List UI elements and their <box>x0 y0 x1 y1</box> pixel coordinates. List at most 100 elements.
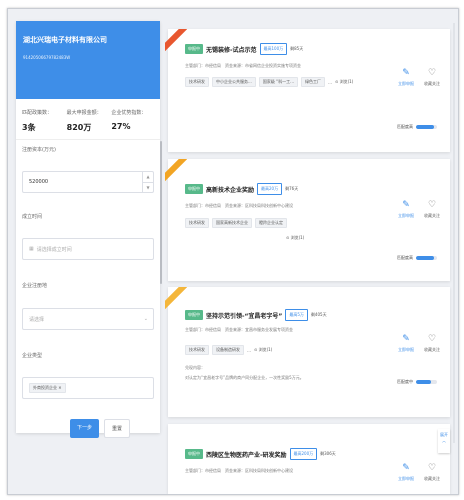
stat-value: 27% <box>111 122 131 131</box>
apply-button[interactable]: ✎ 立即申报 <box>398 464 414 482</box>
tag: 技术研发 <box>185 218 209 228</box>
match-indicator: 匹配度中 <box>397 379 437 385</box>
match-bar <box>416 256 437 260</box>
amount-badge: 最高5万 <box>285 309 308 321</box>
chevron-down-icon: ⌄ <box>143 316 148 322</box>
card-title-row: 申报中 坚持示范引领-“宜昌老字号” 最高5万 剩405天 <box>185 309 327 321</box>
stat-label: 匹配政策数： <box>22 110 53 116</box>
policy-title[interactable]: 高新技术企业奖励 <box>206 185 254 194</box>
founded-label: 成立时间 <box>22 214 43 220</box>
days-left: 剩76天 <box>285 186 299 191</box>
amount-badge: 最高100万 <box>259 43 288 55</box>
founded-date-picker[interactable]: ▦ 请选择成立时间 <box>22 238 154 260</box>
tag: 瞪羚企业认定 <box>255 218 287 228</box>
apply-button[interactable]: ✎ 立即申报 <box>398 201 414 219</box>
chevron-up-icon: ︿ <box>442 438 446 443</box>
capital-stepper[interactable]: 520000 ▲ ▼ <box>22 171 154 193</box>
days-left: 剩85天 <box>290 46 304 51</box>
stat-value: 820万 <box>66 123 92 132</box>
tag-list: 技术研发 国家高新技术企业 瞪羚企业认定 <box>185 218 287 228</box>
policy-meta: 主管部门：市经信局 资金来源：区科技局科技创新中心建设 <box>185 468 293 473</box>
view-count: ⊙ 浏览(1) <box>254 347 273 352</box>
match-indicator: 匹配度高 <box>397 124 437 130</box>
left-scrollbar[interactable] <box>160 141 162 284</box>
stat-advantage: 企业优势指数： 27% <box>111 109 156 133</box>
app-frame: 湖北兴瑞电子材料有限公司 91420506679782483W 匹配政策数： 3… <box>7 8 459 495</box>
view-count: ⊙ 浏览(1) <box>335 79 354 84</box>
amount-badge: 最高200万 <box>289 448 318 460</box>
status-badge: 申报中 <box>185 449 203 459</box>
match-bar <box>416 125 437 129</box>
tag-more: … <box>328 79 332 85</box>
status-badge: 申报中 <box>185 310 203 320</box>
location-label: 企业注册地 <box>22 283 48 289</box>
detail-text: 对认定为“宜昌老字号”品牌的商户同分配企业，一次性奖励5万元。 <box>185 375 304 380</box>
stepper-up-icon[interactable]: ▲ <box>143 172 153 183</box>
favorite-button[interactable]: ♡ 收藏关注 <box>424 201 440 219</box>
expand-button[interactable]: 展开 ︿ <box>438 429 450 453</box>
ribbon-badge <box>165 287 187 309</box>
stat-policy-count: 匹配政策数： 3条 <box>22 109 67 133</box>
status-badge: 申报中 <box>185 184 203 194</box>
next-button[interactable]: 下一步 <box>70 419 100 438</box>
tag: 技术研发 <box>185 345 209 355</box>
stepper-down-icon[interactable]: ▼ <box>143 183 153 193</box>
company-name: 湖北兴瑞电子材料有限公司 <box>23 36 107 44</box>
type-select[interactable]: 外商投资企业 ✕ <box>22 377 154 399</box>
company-header: 湖北兴瑞电子材料有限公司 91420506679782483W <box>16 21 160 99</box>
card-actions: ✎ 立即申报 ♡ 收藏关注 <box>398 464 440 482</box>
form-actions: 下一步 重置 <box>22 419 154 438</box>
amount-badge: 最高20万 <box>257 183 283 195</box>
right-scrollbar[interactable] <box>453 23 455 443</box>
ribbon-badge <box>165 29 187 51</box>
location-select[interactable]: 请选择 ⌄ <box>22 308 154 330</box>
calendar-icon: ▦ <box>29 246 34 252</box>
heart-icon: ♡ <box>427 200 437 210</box>
policy-meta: 主管部门：市经信局 资金来源：区科技局科技创新中心建设 <box>185 203 293 208</box>
favorite-button[interactable]: ♡ 收藏关注 <box>424 69 440 87</box>
tag: 国家级 “科一工... <box>258 77 298 87</box>
card-title-row: 申报中 无锡装修-试点示范 最高100万 剩85天 <box>185 43 303 55</box>
ribbon-badge <box>165 159 187 181</box>
card-actions: ✎ 立即申报 ♡ 收藏关注 <box>398 335 440 353</box>
policy-card: 申报中 无锡装修-试点示范 最高100万 剩85天 主管部门：市经信局 资金来源… <box>165 29 450 152</box>
company-credit-code: 91420506679782483W <box>23 55 71 60</box>
favorite-button[interactable]: ♡ 收藏关注 <box>424 335 440 353</box>
capital-value: 520000 <box>29 179 49 185</box>
tag-list: 技术研发 中小企业公共服务... 国家级 “科一工... 绿色工厂 … ⊙ 浏览… <box>185 77 353 87</box>
tag-list: 技术研发 设备制造研发 … ⊙ 浏览(1) <box>185 345 272 355</box>
policy-title[interactable]: 坚持示范引领-“宜昌老字号” <box>206 311 282 320</box>
stat-label: 最大申报金额： <box>66 110 102 116</box>
match-bar <box>416 380 437 384</box>
days-left: 剩405天 <box>310 312 327 317</box>
policy-card: 申报中 西陵区生物医药产业-研发奖励 最高200万 剩306天 主管部门：市经信… <box>168 424 450 494</box>
stat-max-amount: 最大申报金额： 820万 <box>67 109 112 133</box>
reset-button[interactable]: 重置 <box>104 419 131 438</box>
founded-placeholder: 请选择成立时间 <box>36 246 72 253</box>
edit-icon: ✎ <box>402 200 410 210</box>
edit-icon: ✎ <box>402 334 410 344</box>
policy-title[interactable]: 无锡装修-试点示范 <box>206 45 257 54</box>
close-icon[interactable]: ✕ <box>58 385 61 390</box>
heart-icon: ♡ <box>427 463 437 473</box>
location-placeholder: 请选择 <box>29 316 45 323</box>
policy-meta: 主管部门：市经信局 资金来源：市省网信企业投资实施专项资金 <box>185 63 301 68</box>
favorite-button[interactable]: ♡ 收藏关注 <box>424 464 440 482</box>
card-actions: ✎ 立即申报 ♡ 收藏关注 <box>398 69 440 87</box>
status-badge: 申报中 <box>185 44 203 54</box>
apply-button[interactable]: ✎ 立即申报 <box>398 335 414 353</box>
stats-row: 匹配政策数： 3条 最大申报金额： 820万 企业优势指数： 27% <box>16 99 160 140</box>
policy-title[interactable]: 西陵区生物医药产业-研发奖励 <box>206 450 287 459</box>
type-label: 企业类型 <box>22 353 43 359</box>
stat-value: 3条 <box>22 123 36 132</box>
company-panel: 湖北兴瑞电子材料有限公司 91420506679782483W 匹配政策数： 3… <box>16 21 160 438</box>
apply-button[interactable]: ✎ 立即申报 <box>398 69 414 87</box>
policy-card: 申报中 高新技术企业奖励 最高20万 剩76天 主管部门：市经信局 资金来源：区… <box>165 159 450 281</box>
tag: 国家高新技术企业 <box>212 218 252 228</box>
heart-icon: ♡ <box>427 334 437 344</box>
detail-label: 兑现内容： <box>185 365 205 370</box>
policy-card: 申报中 坚持示范引领-“宜昌老字号” 最高5万 剩405天 主管部门：市经信局 … <box>165 287 450 417</box>
tag-more: … <box>247 347 251 353</box>
type-tag: 外商投资企业 ✕ <box>29 383 66 393</box>
tag: 绿色工厂 <box>301 77 325 87</box>
